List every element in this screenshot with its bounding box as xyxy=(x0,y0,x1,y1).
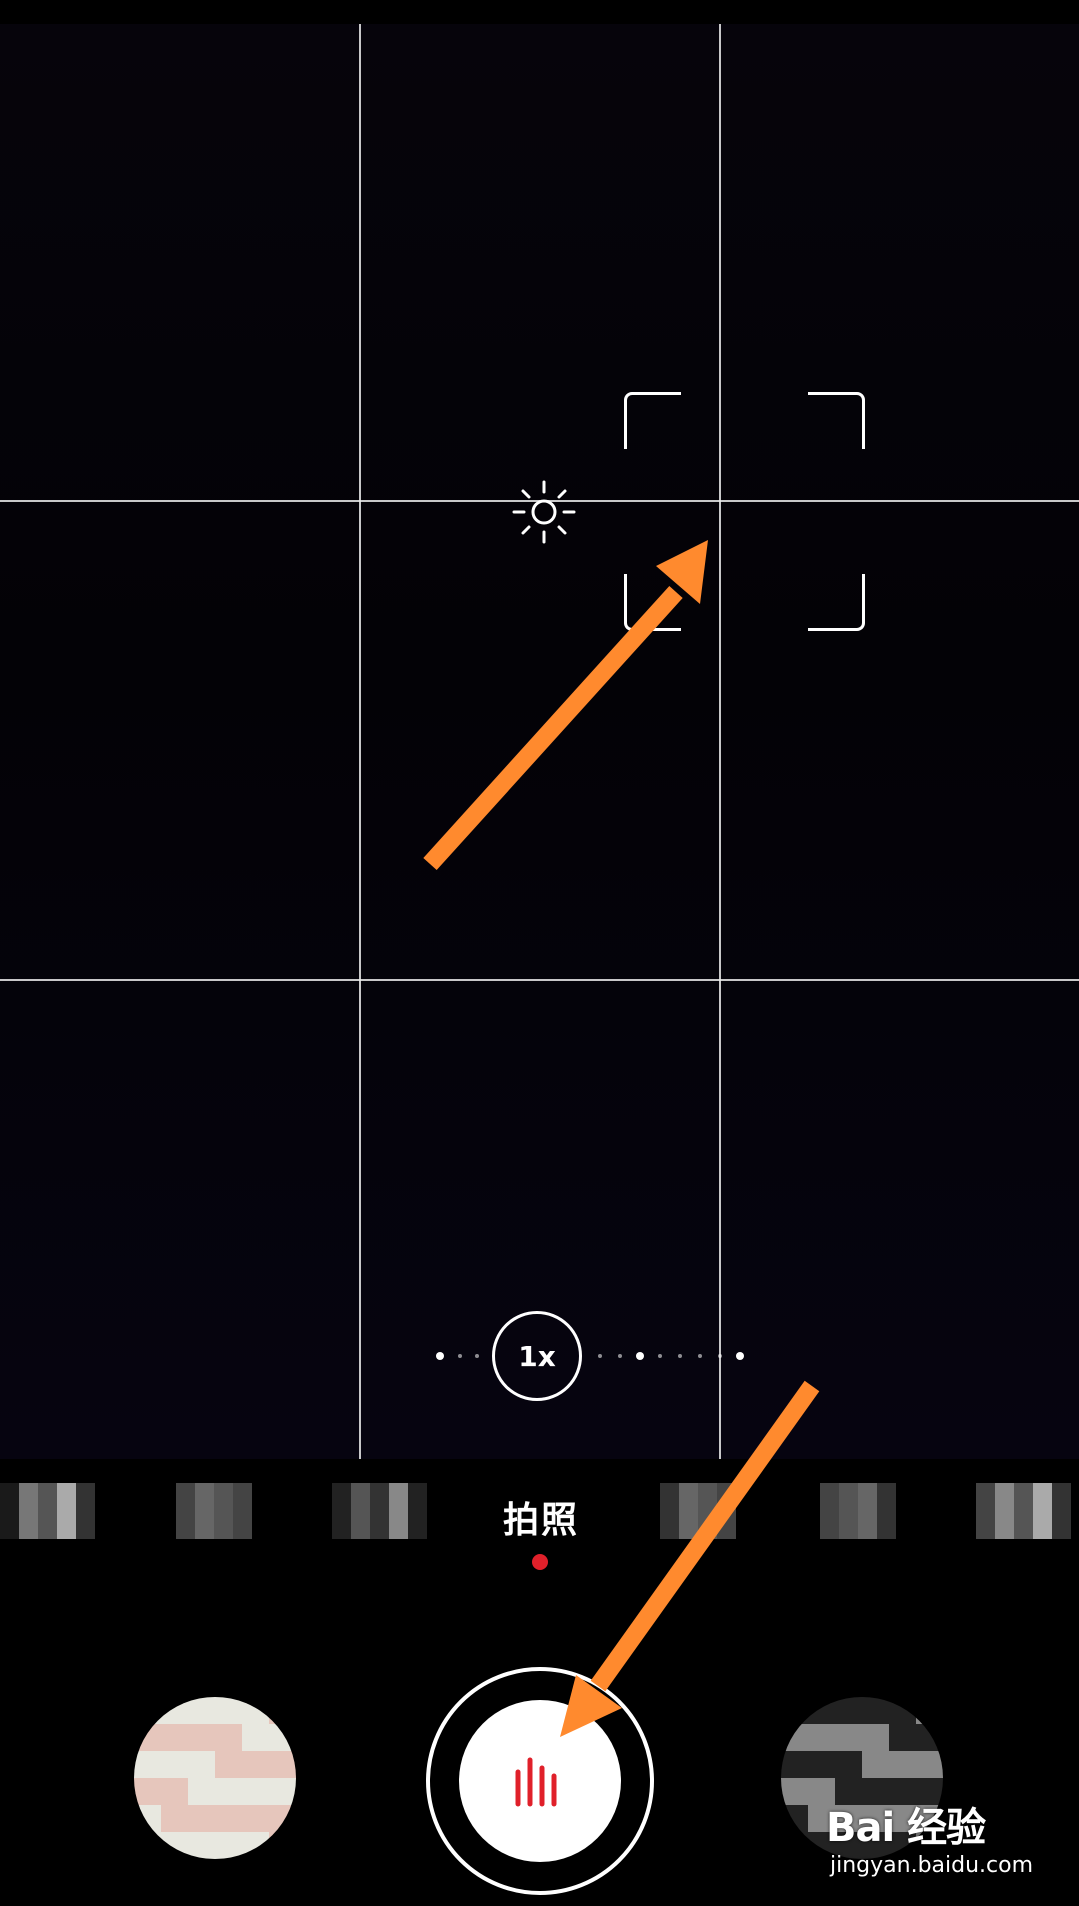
zoom-tick[interactable] xyxy=(636,1352,644,1360)
zoom-tick xyxy=(698,1354,702,1358)
mosaic-cell xyxy=(781,1697,808,1724)
mosaic-cell xyxy=(269,1832,296,1859)
mosaic-cell xyxy=(916,1751,943,1778)
mode-item-pixelated[interactable] xyxy=(976,1483,1071,1539)
mosaic-cell xyxy=(188,1778,215,1805)
zoom-level-label: 1x xyxy=(518,1339,556,1373)
mosaic-cell xyxy=(781,1832,808,1859)
mosaic-cell xyxy=(889,1697,916,1724)
mosaic-cell xyxy=(188,1697,215,1724)
focus-corner-bottom-left xyxy=(624,574,681,631)
mosaic-cell xyxy=(242,1751,269,1778)
mosaic-cell xyxy=(808,1697,835,1724)
zoom-tick[interactable] xyxy=(736,1352,744,1360)
camera-screen: 1x 拍照 Bai 经验 jingyan.baidu.com xyxy=(0,0,1079,1906)
mosaic-cell xyxy=(215,1832,242,1859)
audio-bars-icon xyxy=(515,1757,557,1807)
mosaic-cell xyxy=(188,1805,215,1832)
mosaic-cell xyxy=(269,1751,296,1778)
mosaic-cell xyxy=(781,1724,808,1751)
focus-corner-bottom-right xyxy=(808,574,865,631)
mode-selector[interactable]: 拍照 xyxy=(0,1459,1079,1579)
mosaic-cell xyxy=(134,1751,161,1778)
mosaic-cell xyxy=(161,1697,188,1724)
mosaic-cell xyxy=(134,1724,161,1751)
mosaic-cell xyxy=(161,1832,188,1859)
zoom-tick xyxy=(458,1354,462,1358)
mosaic-cell xyxy=(835,1724,862,1751)
mosaic-cell xyxy=(916,1697,943,1724)
mosaic-cell xyxy=(134,1697,161,1724)
mosaic-cell xyxy=(134,1832,161,1859)
mosaic-cell xyxy=(835,1697,862,1724)
zoom-tick xyxy=(598,1354,602,1358)
mode-active-indicator xyxy=(532,1554,548,1570)
mosaic-cell xyxy=(215,1697,242,1724)
mosaic-cell xyxy=(188,1751,215,1778)
grid-line-vertical-1 xyxy=(359,24,361,1459)
mosaic-cell xyxy=(862,1697,889,1724)
mosaic-cell xyxy=(134,1778,161,1805)
mosaic-cell xyxy=(781,1751,808,1778)
mosaic-cell xyxy=(269,1778,296,1805)
mosaic-cell xyxy=(916,1724,943,1751)
gallery-thumbnail-button[interactable] xyxy=(134,1697,296,1859)
mosaic-cell xyxy=(134,1805,161,1832)
zoom-tick xyxy=(678,1354,682,1358)
mosaic-cell xyxy=(215,1751,242,1778)
mosaic-cell xyxy=(161,1751,188,1778)
mosaic-cell xyxy=(242,1805,269,1832)
grid-line-vertical-2 xyxy=(719,24,721,1459)
focus-corner-top-left xyxy=(624,392,681,449)
zoom-tick xyxy=(718,1354,722,1358)
mode-item-pixelated[interactable] xyxy=(0,1483,95,1539)
mosaic-cell xyxy=(215,1805,242,1832)
zoom-tick xyxy=(658,1354,662,1358)
mode-item-pixelated[interactable] xyxy=(820,1483,896,1539)
mosaic-cell xyxy=(161,1778,188,1805)
mosaic-cell xyxy=(242,1724,269,1751)
zoom-tick xyxy=(475,1354,479,1358)
mosaic-cell xyxy=(889,1751,916,1778)
mode-item-photo[interactable]: 拍照 xyxy=(496,1491,586,1543)
exposure-sun-icon[interactable] xyxy=(510,478,578,546)
mosaic-cell xyxy=(215,1724,242,1751)
mosaic-cell xyxy=(835,1751,862,1778)
mosaic-cell xyxy=(215,1778,242,1805)
mosaic-cell xyxy=(188,1832,215,1859)
baidu-jingyan-watermark: Bai 经验 jingyan.baidu.com xyxy=(826,1795,1066,1895)
mosaic-cell xyxy=(242,1832,269,1859)
zoom-level-button[interactable]: 1x xyxy=(492,1311,582,1401)
focus-corner-top-right xyxy=(808,392,865,449)
mosaic-cell xyxy=(269,1724,296,1751)
shutter-button[interactable] xyxy=(459,1700,621,1862)
watermark-logo: Bai 经验 xyxy=(826,1805,986,1851)
mosaic-cell xyxy=(862,1751,889,1778)
mosaic-cell xyxy=(889,1724,916,1751)
grid-line-horizontal-2 xyxy=(0,979,1079,981)
zoom-tick[interactable] xyxy=(436,1352,444,1360)
mosaic-cell xyxy=(808,1751,835,1778)
mosaic-cell xyxy=(269,1805,296,1832)
mode-item-pixelated[interactable] xyxy=(176,1483,252,1539)
mosaic-cell xyxy=(161,1805,188,1832)
mosaic-cell xyxy=(808,1724,835,1751)
camera-viewfinder[interactable] xyxy=(0,24,1079,1459)
mosaic-cell xyxy=(781,1778,808,1805)
mode-item-pixelated[interactable] xyxy=(332,1483,427,1539)
mosaic-cell xyxy=(862,1724,889,1751)
mosaic-cell xyxy=(269,1697,296,1724)
mosaic-cell xyxy=(242,1778,269,1805)
watermark-url: jingyan.baidu.com xyxy=(830,1853,1034,1878)
mosaic-cell xyxy=(242,1697,269,1724)
mosaic-cell xyxy=(161,1724,188,1751)
zoom-tick xyxy=(618,1354,622,1358)
zoom-slider[interactable]: 1x xyxy=(400,1311,760,1407)
mosaic-cell xyxy=(188,1724,215,1751)
mode-item-pixelated[interactable] xyxy=(660,1483,736,1539)
mosaic-cell xyxy=(781,1805,808,1832)
